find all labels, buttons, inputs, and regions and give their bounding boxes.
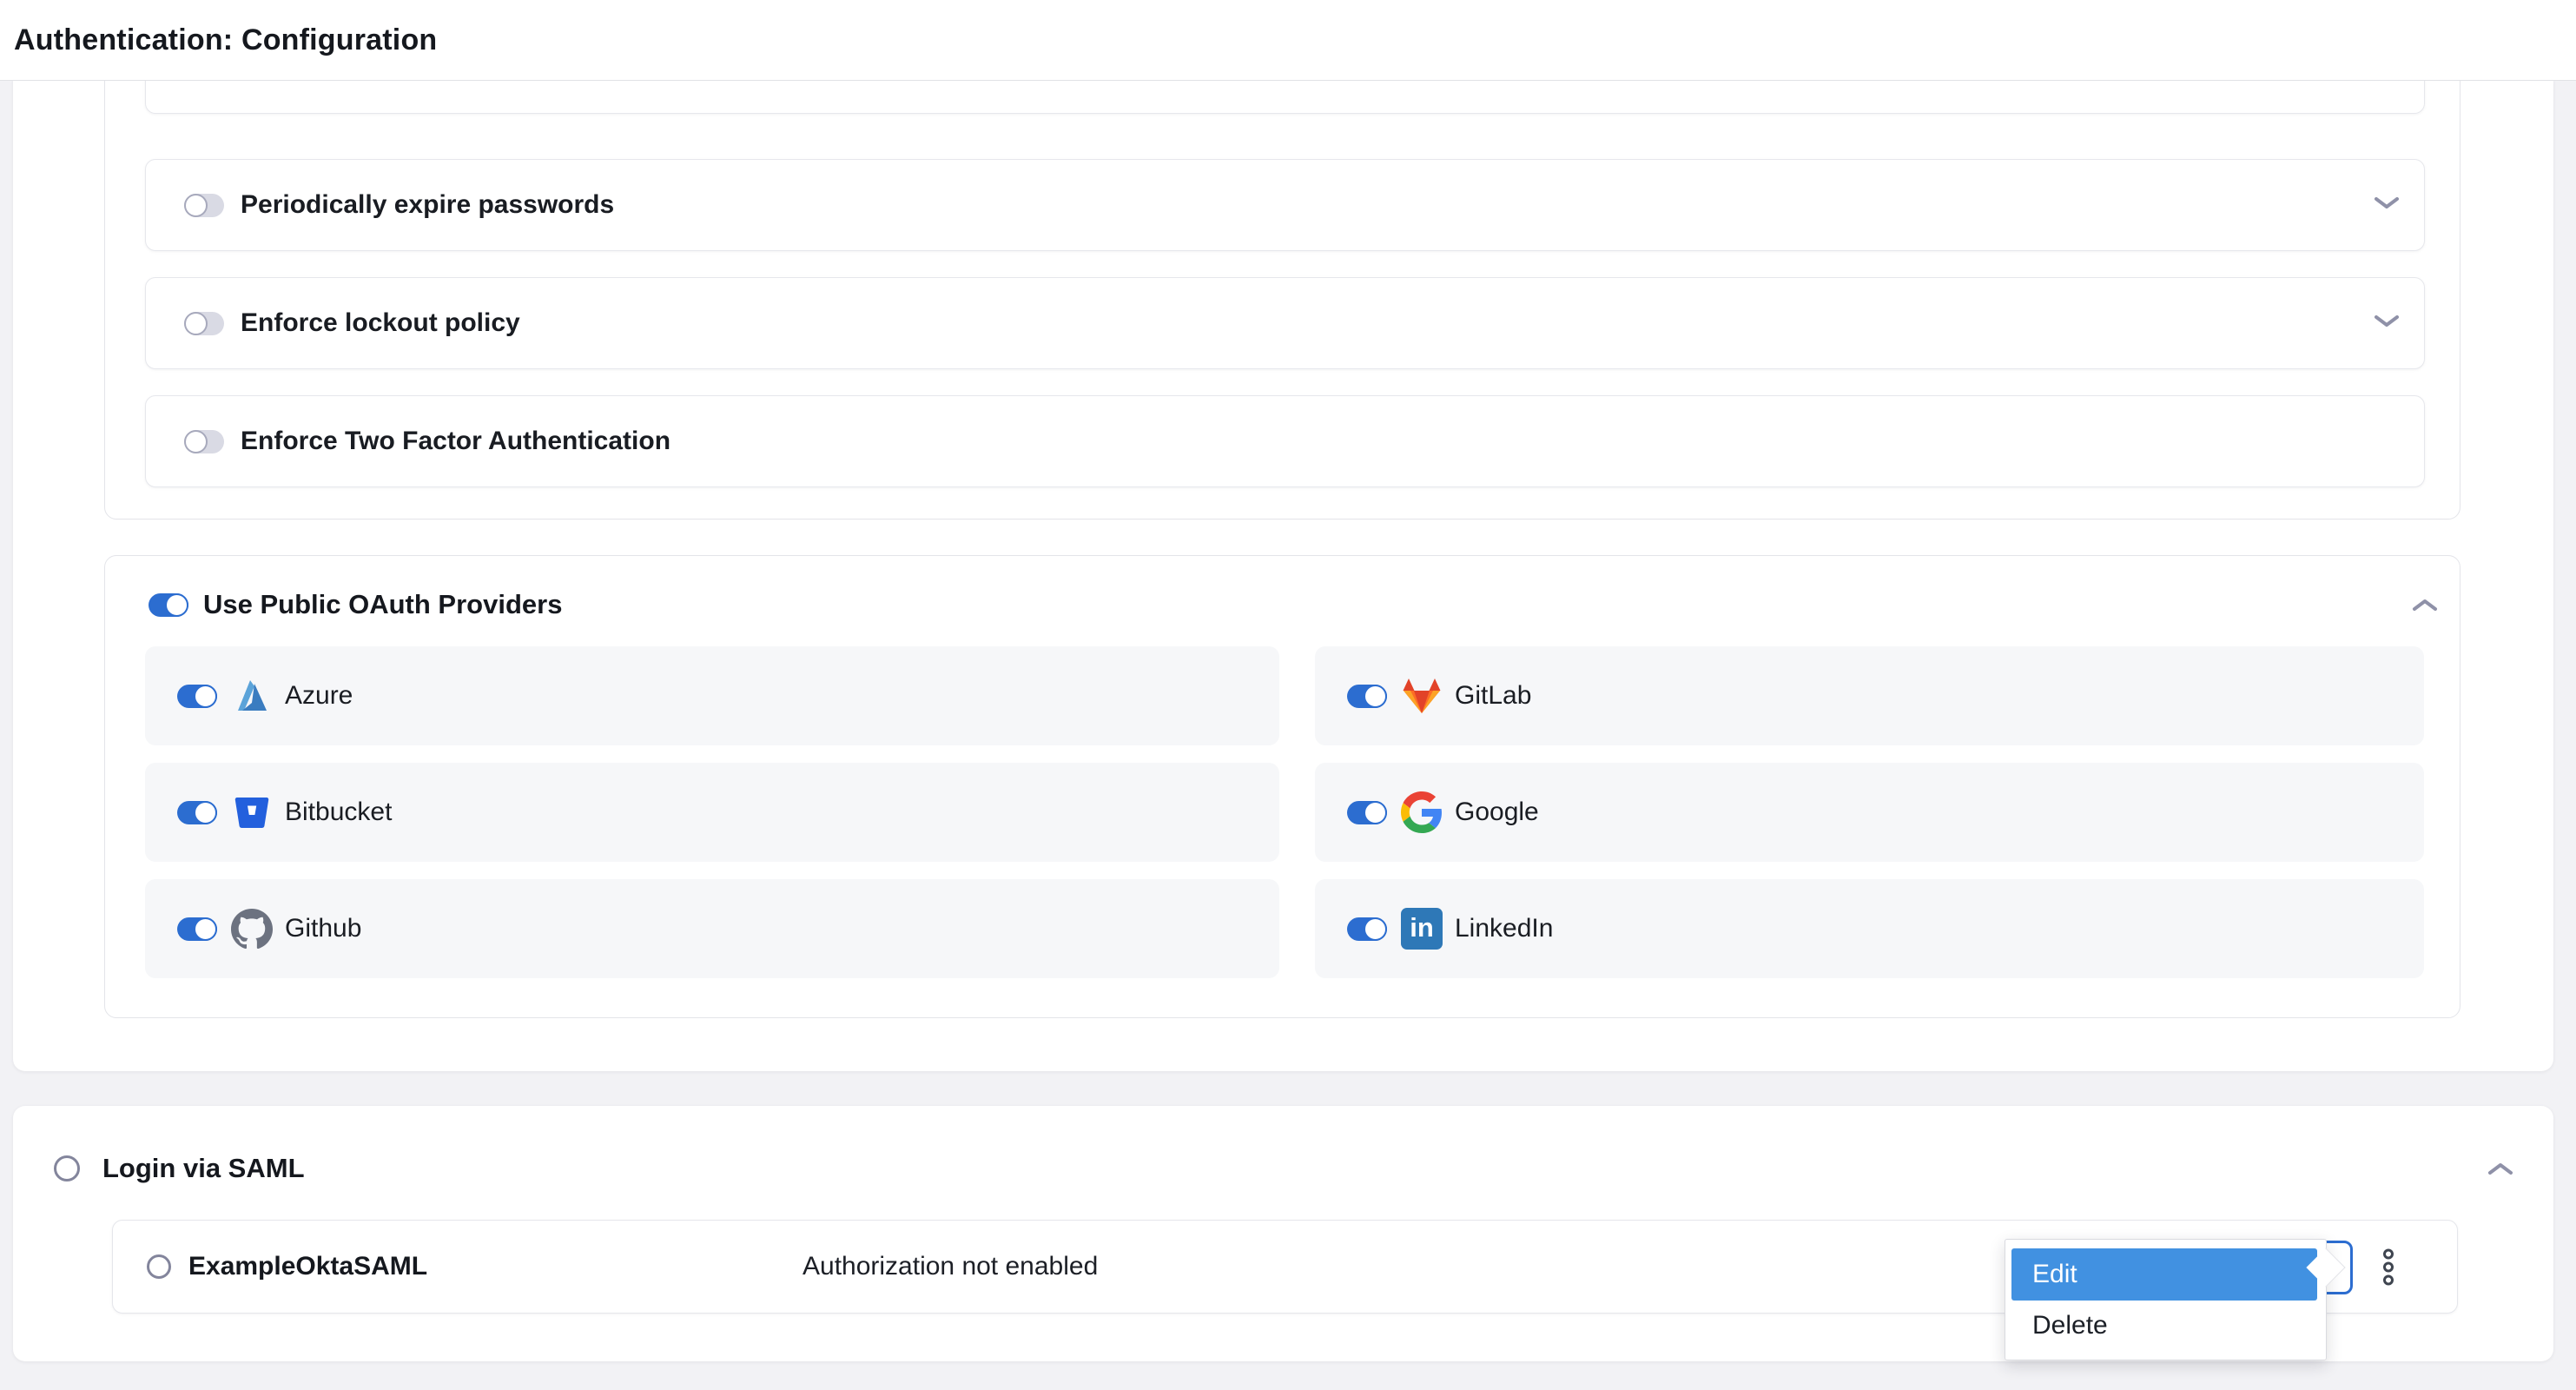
toggle-expire-passwords[interactable] [184,194,224,217]
provider-row-bitbucket: Bitbucket [145,763,1279,862]
oauth-header: Use Public OAuth Providers [105,556,562,653]
azure-icon [231,675,273,717]
chevron-down-icon[interactable] [2374,314,2400,333]
provider-label: GitLab [1455,681,1531,711]
bitbucket-icon [231,791,273,833]
provider-label: LinkedIn [1455,914,1553,943]
provider-row-github: Github [145,879,1279,978]
setting-label: Enforce lockout policy [241,308,520,338]
linkedin-icon: in [1401,908,1443,950]
toggle-use-public-oauth[interactable] [149,593,188,617]
oauth-providers-group: Use Public OAuth Providers Azure [104,555,2460,1018]
authentication-configuration-page: Enforce password strength Periodically e… [0,0,2576,1390]
chevron-down-icon[interactable] [2374,195,2400,215]
saml-header: Login via SAML [13,1106,305,1231]
provider-label: Azure [285,681,353,711]
page-title: Authentication: Configuration [14,23,437,57]
provider-label: Github [285,914,361,943]
saml-radio[interactable] [54,1155,80,1182]
toggle-google[interactable] [1347,801,1387,824]
password-and-oauth-panel: Enforce password strength Periodically e… [13,80,2553,1071]
provider-row-linkedin: in LinkedIn [1315,879,2424,978]
connection-radio[interactable] [147,1254,171,1279]
kebab-menu-icon[interactable] [2362,1248,2414,1287]
connection-status: Authorization not enabled [803,1252,1098,1281]
gitlab-icon [1401,675,1443,717]
context-menu: Edit Delete [2005,1239,2327,1360]
toggle-azure[interactable] [177,685,217,708]
connection-name: ExampleOktaSAML [188,1252,427,1281]
setting-label: Enforce Two Factor Authentication [241,427,670,456]
provider-row-azure: Azure [145,646,1279,745]
setting-label: Periodically expire passwords [241,190,614,220]
chevron-up-icon[interactable] [2412,598,2438,617]
setting-row-lockout-policy: Enforce lockout policy [145,277,2425,369]
provider-label: Google [1455,798,1539,827]
toggle-two-factor[interactable] [184,430,224,453]
toggle-github[interactable] [177,917,217,941]
toggle-lockout-policy[interactable] [184,312,224,335]
page-header: Authentication: Configuration [0,0,2576,81]
toggle-gitlab[interactable] [1347,685,1387,708]
setting-row-expire-passwords: Periodically expire passwords [145,159,2425,251]
saml-title: Login via SAML [102,1153,305,1184]
toggle-bitbucket[interactable] [177,801,217,824]
menu-item-edit[interactable]: Edit [2011,1248,2317,1301]
github-icon [231,908,273,950]
google-icon [1401,791,1443,833]
oauth-title: Use Public OAuth Providers [203,589,562,620]
provider-row-google: Google [1315,763,2424,862]
provider-row-gitlab: GitLab [1315,646,2424,745]
setting-row-two-factor: Enforce Two Factor Authentication [145,395,2425,487]
menu-item-delete[interactable]: Delete [2005,1301,2326,1351]
chevron-up-icon[interactable] [2487,1162,2513,1181]
toggle-linkedin[interactable] [1347,917,1387,941]
provider-label: Bitbucket [285,798,392,827]
